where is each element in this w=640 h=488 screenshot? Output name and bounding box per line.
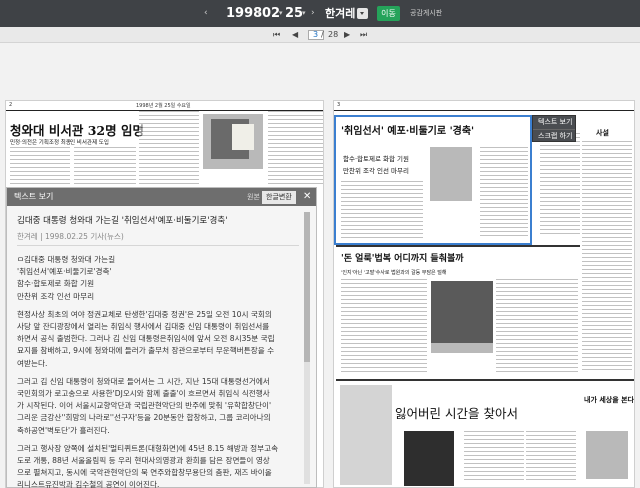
article-body-line: 함수·합토제로 화합 기원 xyxy=(17,279,95,289)
headline-left: 청와대 비서관 32명 임명 xyxy=(10,123,144,138)
page-header: 3 xyxy=(334,101,634,111)
page-navigation-bar: ⏮ ◀ 3 / 28 ▶ ⏭ xyxy=(0,27,640,43)
article-body-line: 국민회의가 로고송으로 사용한'DJ오시와 함께 출출'이 흐르면서 취임식 식… xyxy=(17,389,270,398)
first-page-icon[interactable]: ⏮ xyxy=(273,27,280,43)
article-headline: 김대중 대통령 청와대 가는길 '취임선서'예포·비둘기로'경축' xyxy=(17,216,228,226)
selected-article-outline[interactable] xyxy=(334,115,532,245)
article-body-line: 가 시작된다. 이어 서울시교향악단과 국립관현악단의 반주에 맞춰 '유학합창… xyxy=(17,401,272,411)
article-body-line: 도로 개통, 88년 서울올림픽 등 우리 현대사의영광과 환희를 담은 장면들… xyxy=(17,456,270,465)
article-body-line: 리니스트유진박과 김수철의 공연이 이어진다. xyxy=(17,480,160,488)
tab-hangul-conversion[interactable]: 한글변환 xyxy=(262,191,296,204)
scrollbar[interactable] xyxy=(304,212,310,484)
page-separator: / xyxy=(321,30,324,39)
menu-item-view-text[interactable]: 텍스트 보기 xyxy=(533,116,575,129)
day-selector[interactable]: 25 xyxy=(285,0,303,27)
menu-item-scrap[interactable]: 스크랩 하기 xyxy=(533,129,575,142)
article-body-line: 축하공연'벽토단'가 흘러진다. xyxy=(17,425,110,435)
tab-original[interactable]: 원본 xyxy=(243,191,264,204)
current-page-number[interactable]: 3 xyxy=(313,27,318,43)
scrollbar-thumb[interactable] xyxy=(304,212,310,362)
article-meta: 한겨레 | 1998.02.25 기사(뉴스) xyxy=(17,232,124,241)
article-body-line: 사당 앞 잔디광장에서 열리는 취임식 행사에서 김대중 신임 대통령이 취임선… xyxy=(17,322,270,331)
go-button[interactable]: 이동 xyxy=(377,6,400,21)
next-date-button[interactable]: › xyxy=(311,0,315,27)
newspaper-dropdown-icon[interactable] xyxy=(357,8,368,19)
article-body-line: ㅁ김대중 대통령 청와대 가는길 xyxy=(17,255,116,264)
panel-title: 텍스트 보기 xyxy=(14,192,54,201)
divider xyxy=(17,245,299,246)
last-page-icon[interactable]: ⏭ xyxy=(360,27,367,43)
page-header: 2 1998년 2월 25일 수요일 xyxy=(6,101,323,111)
article-body-line: 현정사상 최초의 여야 정권교체로 탄생한'김대중 정권'은 25일 오전 10… xyxy=(17,309,272,319)
next-page-icon[interactable]: ▶ xyxy=(344,27,350,43)
headline-mid: '돈 얼룩'법복 어디까지 들춰볼까 xyxy=(341,254,464,264)
article-body-line: 묘지를 참배하고, 9시에 청와대에 들러가 출무처 장관으로부터 무운핵버튼장… xyxy=(17,346,275,356)
article-body-line: '취임선서'예포·비둘기로'경축' xyxy=(17,267,112,277)
previous-date-button[interactable]: ‹ xyxy=(204,0,208,27)
article-context-menu: 텍스트 보기 스크랩 하기 xyxy=(532,115,576,142)
month-selector[interactable]: 02 xyxy=(262,0,280,27)
article-body-line: 여받는다. xyxy=(17,358,48,368)
article-body-line: 만찬위 조각 인선 마무리 xyxy=(17,291,95,301)
courtroom-photo xyxy=(431,281,493,343)
article-body-line: 그러고 행사장 양쪽에 설치된'멀티퀴트론(대형화면)에 45년 8.15 해방… xyxy=(17,443,279,453)
notice-board-link[interactable]: 공감게시판 xyxy=(410,0,442,27)
article-body-line: 하면서 공식 출범한다. 그러나 김 신임 대통령은취임식에 앞서 오전 8시3… xyxy=(17,334,275,344)
total-pages: 28 xyxy=(328,30,339,39)
article-body-line: 그리운 금강산''희망의 나라로''선구자'등을 20분동안 합창하고, 그룹 … xyxy=(17,413,271,423)
date-navigation-bar: ‹ 1998 ▾ 02 ▾ 25 ▾ › 한겨레 이동 공감게시판 xyxy=(0,0,640,27)
article-body-line: 으로 펼쳐지고, 동시에 국악관현악단의 북 연주와합창무용단의 춤판, 재즈 … xyxy=(17,468,272,478)
newspaper-selector[interactable]: 한겨레 xyxy=(325,0,355,27)
previous-page-icon[interactable]: ◀ xyxy=(292,27,298,43)
ad-headline: 잃어버린 시간을 찾아서 xyxy=(395,406,518,421)
article-body-line: 그러고 김 신임 대통령이 청와대로 들어서는 그 시간, 지난 15대 대통령… xyxy=(17,376,270,386)
panel-header: 텍스트 보기 원본 한글변환 ✕ xyxy=(7,188,316,206)
text-view-panel: 텍스트 보기 원본 한글변환 ✕ 김대중 대통령 청와대 가는길 '취임선서'예… xyxy=(6,187,317,488)
close-icon[interactable]: ✕ xyxy=(303,188,311,206)
